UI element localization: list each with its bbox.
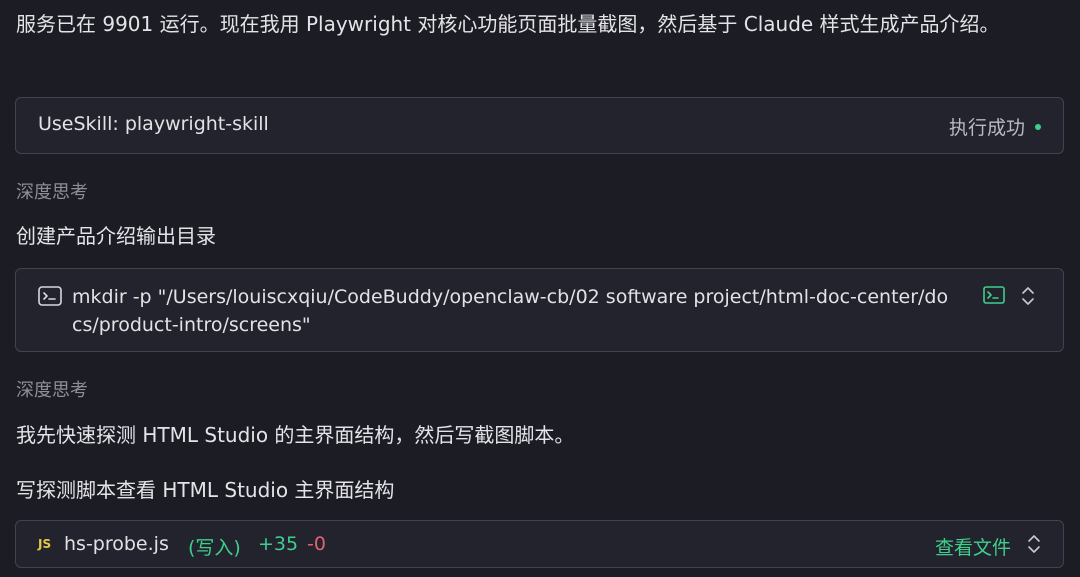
js-file-icon: JS	[38, 537, 52, 551]
expand-collapse-icon[interactable]	[1021, 286, 1035, 306]
command-text: mkdir -p "/Users/louiscxqiu/CodeBuddy/op…	[72, 286, 949, 336]
thinking-label[interactable]: 深度思考	[16, 376, 88, 402]
file-name: hs-probe.js	[64, 533, 169, 555]
status-dot-icon	[1035, 123, 1041, 130]
deletions-count: -0	[307, 533, 326, 555]
step-title: 写探测脚本查看 HTML Studio 主界面结构	[16, 478, 395, 502]
view-file-button[interactable]: 查看文件	[935, 533, 1011, 560]
tool-call-card[interactable]: UseSkill: playwright-skill 执行成功	[15, 97, 1064, 154]
assistant-message: 我先快速探测 HTML Studio 的主界面结构，然后写截图脚本。	[16, 423, 575, 447]
tool-call-status: 执行成功	[949, 113, 1041, 140]
file-action: (写入)	[188, 537, 241, 559]
step-title: 创建产品介绍输出目录	[16, 224, 216, 248]
file-card[interactable]: JS hs-probe.js (写入) +35 -0 查看文件	[15, 520, 1064, 568]
tool-call-label: UseSkill: playwright-skill	[38, 113, 269, 135]
thinking-label[interactable]: 深度思考	[16, 178, 88, 204]
command-card[interactable]: mkdir -p "/Users/louiscxqiu/CodeBuddy/op…	[15, 268, 1064, 352]
additions-count: +35	[258, 533, 299, 555]
intro-message: 服务已在 9901 运行。现在我用 Playwright 对核心功能页面批量截图…	[16, 12, 1000, 36]
terminal-icon	[38, 286, 62, 306]
open-terminal-icon[interactable]	[983, 286, 1005, 304]
expand-collapse-icon[interactable]	[1027, 534, 1041, 554]
status-text: 执行成功	[948, 117, 1025, 139]
